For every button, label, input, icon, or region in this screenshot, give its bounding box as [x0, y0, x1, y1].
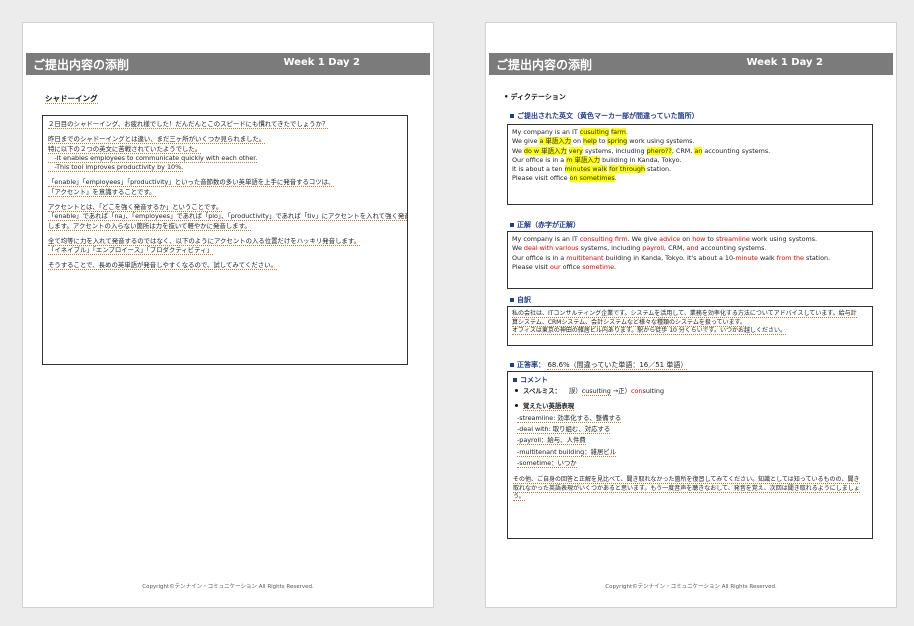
correct-line: Please visit our office sometime.	[512, 262, 617, 271]
highlighted-error: help	[583, 137, 597, 146]
square-bullet-icon	[510, 363, 514, 367]
feedback-line: ２日目のシャドーイング、お疲れ様でした！だんだんとこのスピードにも慣れてきたでし…	[48, 120, 329, 129]
feedback-line: 「enable」であれば「na」、「employees」であれば「plo」、「p…	[48, 212, 407, 222]
page-header: ご提出内容の添削 Week 1 Day 2	[489, 53, 893, 75]
submitted-text-box: My company is an IT cusulting farm. We gi…	[507, 124, 873, 205]
highlighted-error: for through	[609, 165, 646, 174]
submitted-line: We do w 単語入力 very systems, including phe…	[512, 146, 771, 155]
feedback-line: 「イネイブル」「エンプロイース」「プロダクティビティ」	[48, 246, 213, 256]
week-label: Week 1 Day 2	[283, 57, 360, 68]
spelling-mistake-row: スペルミス： 誤）cusulting →正）consulting	[513, 387, 867, 397]
expression-item: -streamline: 効率化する、整備する	[517, 413, 622, 423]
correction-text: our	[549, 262, 561, 271]
square-bullet-icon	[510, 223, 514, 227]
highlighted-error: cusulting	[579, 128, 609, 136]
feedback-line: 全て均等に力を入れて発音するのではなく、以下のようにアクセントの入る位置だけをハ…	[48, 236, 360, 246]
document-page-left: ご提出内容の添削 Week 1 Day 2 シャドーイング ２日目のシャドーイン…	[22, 22, 434, 608]
feedback-line: 「enable」「employees」「productivity」といった音節数…	[48, 178, 335, 188]
feedback-line: 「アクセント」を意識することです。	[48, 187, 156, 197]
bullet-icon	[515, 404, 518, 408]
submitted-line: Our office is in a m 単語入力 building in Ka…	[512, 155, 682, 164]
highlighted-error: very	[568, 146, 583, 155]
translation-line: オフィスは東京の神田の雑居ビル内あります。駅から徒歩 10 分くらいです。いつか…	[512, 327, 786, 336]
submitted-line: Please visit office on sometimes.	[512, 174, 617, 183]
highlighted-error: minutes walk	[564, 165, 608, 174]
correction-text: how	[692, 235, 706, 243]
closing-comment: その他、ご自身の回答と正解を見比べて、聞き取れなかった箇所を復習してみてください…	[513, 476, 867, 502]
correction-text: advice	[659, 235, 681, 243]
correction-text: streamline	[715, 235, 750, 243]
correction-text: payroll	[642, 244, 664, 253]
closing-line: 取れなかった英語表現がいくつかあると思います。もう一度音声を聴きなおして、発音を…	[513, 484, 860, 493]
week-label: Week 1 Day 2	[746, 57, 823, 68]
correction-text: consulting firm	[579, 235, 628, 243]
document-page-right: ご提出内容の添削 Week 1 Day 2 • ディクテーション ご提出された英文…	[485, 22, 897, 608]
expression-item: -sometime：いつか	[517, 458, 577, 468]
correct-line: We deal with various systems, including …	[512, 244, 767, 253]
correct-text-box: My company is an IT consulting firm. We …	[507, 231, 873, 289]
square-bullet-icon	[510, 298, 514, 302]
correction-text: multitenant	[566, 253, 604, 262]
accuracy-line: 正答率： 68.6%（間違っていた単語：16／51 単語）	[510, 360, 688, 370]
page-header: ご提出内容の添削 Week 1 Day 2	[26, 53, 430, 75]
correction-text: deal with various	[523, 244, 579, 253]
section-shadowing-heading: シャドーイング	[45, 94, 98, 104]
accuracy-value: 68.6%（間違っていた単語：16／51 単語）	[547, 361, 688, 370]
translation-line: 私の会社は、ITコンサルティング企業です。システムを活用して、業務を効率化する方…	[512, 310, 857, 318]
correction-text: minute	[735, 253, 758, 262]
closing-line: う。	[513, 493, 525, 502]
closing-line: その他、ご自身の回答と正解を見比べて、聞き取れなかった箇所を復習してみてください…	[513, 476, 860, 485]
section-dictation-heading: • ディクテーション	[504, 93, 566, 101]
feedback-line: -This tool improves productivity by 10%.	[48, 163, 184, 173]
expression-item: -deal with: 取り組む、対応する	[517, 424, 611, 434]
correction-text: sometime	[582, 262, 615, 271]
page-title: ご提出内容の添削	[33, 58, 130, 72]
highlighted-error: a 単語入力	[539, 137, 571, 146]
correct-line: Our office is in a multitenant building …	[512, 253, 831, 262]
page-title: ご提出内容の添削	[496, 58, 593, 72]
bullet-icon	[515, 389, 518, 393]
square-bullet-icon	[513, 378, 517, 382]
highlighted-error: spring	[607, 137, 628, 146]
comment-heading: コメント	[513, 375, 867, 385]
page-footer: Copyright©テンナイン・コミュニケーション All Rights Res…	[142, 584, 314, 590]
feedback-line: 昨日までのシャドーイングとは違い、まだ三ヶ所がいくつか見られました。	[48, 135, 266, 145]
feedback-line: します。アクセントの入らない箇所は力を抜いて軽やかに発音します。	[48, 221, 251, 231]
highlighted-error: on sometimes	[569, 174, 615, 183]
submitted-heading: ご提出された英文（黄色マーカー部が間違っていた箇所）	[510, 111, 699, 121]
submitted-line: My company is an IT cusulting farm.	[512, 128, 628, 136]
highlighted-error: phero??	[646, 146, 672, 155]
translation-text-box: 私の会社は、ITコンサルティング企業です。システムを活用して、業務を効率化する方…	[507, 306, 873, 346]
feedback-line: 特に以下の２つの英文に苦戦されていたようでした。	[48, 144, 202, 154]
expression-item: -payroll：給与、人件費	[517, 436, 586, 446]
expressions-heading: 覚えたい英語表現	[513, 402, 867, 412]
highlighted-error: do w 単語入力	[523, 146, 567, 155]
feedback-line: そうすることで、長めの英単語が発音しやすくなるので、試してみてください。	[48, 261, 277, 271]
spelling-wrong: cusulting	[581, 387, 611, 397]
correction-text: from the	[776, 253, 804, 262]
correct-line: My company is an IT consulting firm. We …	[512, 235, 818, 243]
submitted-line: It is about a ten minutes walk for throu…	[512, 165, 672, 174]
feedback-line: -It enables employees to communicate qui…	[48, 153, 258, 163]
feedback-line: アクセントとは、「どこを強く発音するか」ということです。	[48, 202, 223, 212]
correct-heading: 正解（赤字が正解）	[510, 220, 580, 230]
comment-box: コメント スペルミス： 誤）cusulting →正）consulting 覚え…	[507, 371, 873, 539]
square-bullet-icon	[510, 114, 514, 118]
shadowing-feedback-box: ２日目のシャドーイング、お疲れ様でした！だんだんとこのスピードにも慣れてきたでし…	[42, 115, 408, 365]
translation-heading: 自訳	[510, 295, 531, 305]
submitted-line: We give a 単語入力 on help to spring work us…	[512, 137, 695, 146]
expressions-list: -streamline: 効率化する、整備する -deal with: 取り組む、…	[513, 413, 867, 468]
highlighted-error: farm	[610, 128, 626, 136]
correction-text: and	[686, 244, 699, 253]
highlighted-error: m 単語入力	[566, 155, 601, 164]
expression-item: -multitenant building：雑居ビル	[517, 447, 617, 457]
page-footer: Copyright©テンナイン・コミュニケーション All Rights Res…	[605, 584, 777, 590]
